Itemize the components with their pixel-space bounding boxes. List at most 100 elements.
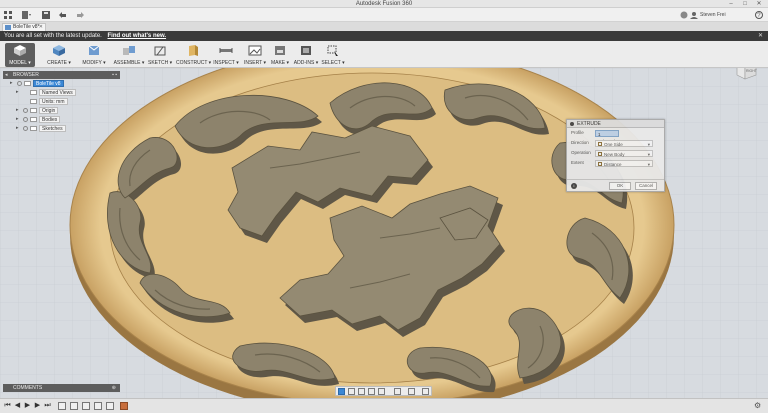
expand-arrow-icon[interactable]: ▸ (16, 115, 19, 124)
workspace-label: MODEL ▾ (9, 60, 31, 66)
user-name-menu[interactable]: Steven Frei (700, 12, 726, 18)
timeline-feature-sketch[interactable] (70, 402, 78, 410)
workspace-switcher[interactable]: MODEL ▾ (5, 43, 35, 67)
view-cube[interactable]: RIGHT (734, 68, 758, 83)
expand-arrow-icon[interactable]: ▸ (10, 79, 13, 88)
close-tab-icon[interactable]: ✕ (39, 24, 43, 31)
ok-button[interactable]: OK (609, 182, 631, 190)
browser-pin-icon[interactable]: ▪ ▪ (112, 71, 117, 79)
help-question-icon[interactable]: ? (755, 11, 763, 19)
timeline-feature-sketch[interactable] (82, 402, 90, 410)
tree-item-bodies[interactable]: ▸ Bodies (3, 115, 120, 124)
go-to-start-icon[interactable]: ⏮ (4, 402, 11, 410)
extent-select[interactable]: Distance ▾ (595, 160, 653, 167)
minimize-button[interactable]: – (724, 0, 738, 8)
orbit-icon[interactable] (338, 388, 345, 395)
user-avatar-icon[interactable] (690, 11, 698, 19)
tree-item-origin[interactable]: ▸ Origin (3, 106, 120, 115)
tree-item-root[interactable]: ▸ BoleTile v8 (3, 79, 120, 88)
sketch-menu[interactable]: SKETCH ▾ (148, 43, 172, 67)
fit-icon[interactable] (378, 388, 385, 395)
tree-item-units[interactable]: Units: mm (3, 97, 120, 106)
close-window-button[interactable]: ✕ (752, 0, 766, 8)
timeline-marker[interactable] (120, 402, 128, 410)
tree-item-label: BoleTile v8 (33, 80, 64, 87)
direction-select[interactable]: One Side ▾ (595, 140, 653, 147)
step-back-icon[interactable]: ◀ (14, 402, 21, 410)
browser-title: BROWSER (13, 72, 39, 78)
grid-settings-icon[interactable] (408, 388, 415, 395)
expand-arrow-icon[interactable]: ▸ (16, 88, 19, 97)
make-menu-label: MAKE ▾ (270, 60, 290, 66)
units-icon (30, 99, 37, 104)
collapse-browser-icon[interactable]: ◂ (5, 71, 8, 79)
modify-menu[interactable]: MODIFY ▾ (80, 43, 108, 67)
make-menu[interactable]: MAKE ▾ (268, 43, 292, 67)
create-menu[interactable]: CREATE ▾ (45, 43, 73, 67)
operation-value: New Body (604, 152, 625, 157)
tree-item-sketches[interactable]: ▸ Sketches (3, 124, 120, 133)
extent-row: Extent Distance ▾ (567, 158, 664, 168)
visibility-bulb-icon[interactable] (17, 81, 22, 86)
maximize-button[interactable]: □ (738, 0, 752, 8)
tree-item-label: Bodies (39, 116, 61, 123)
info-icon[interactable]: i (571, 183, 577, 189)
undo-icon[interactable] (58, 11, 68, 19)
gear-icon[interactable]: ⚙ (754, 402, 761, 410)
select-menu[interactable]: SELECT ▾ (320, 43, 346, 67)
direction-row: Direction One Side ▾ (567, 138, 664, 148)
help-icon[interactable] (680, 11, 688, 19)
tree-item-label: Origin (39, 107, 59, 114)
file-menu-icon[interactable] (22, 11, 32, 19)
save-icon[interactable] (42, 11, 50, 19)
viewports-icon[interactable] (422, 388, 429, 395)
make-icon (275, 46, 285, 55)
visibility-bulb-icon[interactable] (23, 117, 28, 122)
visibility-bulb-icon[interactable] (23, 108, 28, 113)
inspect-menu[interactable]: INSPECT ▾ (212, 43, 240, 67)
extrude-dialog-footer: i OK Cancel (567, 179, 664, 191)
tree-item-named-views[interactable]: ▸ Named Views (3, 88, 120, 97)
play-icon[interactable]: ▶ (24, 402, 31, 410)
whats-new-link[interactable]: Find out what's new. (108, 33, 167, 39)
create-menu-label: CREATE ▾ (47, 60, 71, 66)
app-grid-icon[interactable] (4, 11, 13, 19)
assemble-menu[interactable]: ASSEMBLE ▾ (113, 43, 145, 67)
update-notification-bar: You are all set with the latest update. … (0, 31, 768, 41)
timeline-feature-sketch[interactable] (58, 402, 66, 410)
timeline-feature-extrude[interactable] (106, 402, 114, 410)
insert-menu[interactable]: INSERT ▾ (242, 43, 268, 67)
browser-header[interactable]: ◂ BROWSER ▪ ▪ (3, 71, 120, 79)
zoom-icon[interactable] (368, 388, 375, 395)
document-tab-label: BoleTile v8* (13, 24, 40, 30)
tree-item-label: Named Views (39, 89, 76, 96)
add-comment-icon[interactable]: ⊕ (112, 384, 116, 392)
add-ins-menu[interactable]: ADD-INS ▾ (292, 43, 320, 67)
pan-icon[interactable] (358, 388, 365, 395)
tree-item-label: Sketches (39, 125, 66, 132)
go-to-end-icon[interactable]: ⏭ (44, 402, 51, 410)
add-ins-menu-label: ADD-INS ▾ (293, 60, 319, 66)
notification-text: You are all set with the latest update. (4, 33, 102, 39)
look-at-icon[interactable] (348, 388, 355, 395)
construct-menu[interactable]: CONSTRUCT ▾ (176, 43, 211, 67)
timeline-feature-extrude[interactable] (94, 402, 102, 410)
extent-label: Extent (571, 160, 584, 165)
notification-close-button[interactable]: ✕ (758, 31, 763, 41)
document-tab[interactable]: BoleTile v8* ✕ (2, 23, 46, 31)
operation-label: Operation (571, 150, 591, 155)
display-settings-icon[interactable] (394, 388, 401, 395)
comments-title: COMMENTS (13, 385, 43, 391)
visibility-bulb-icon[interactable] (23, 126, 28, 131)
extrude-dialog-header[interactable]: EXTRUDE (567, 120, 664, 128)
step-forward-icon[interactable]: ▶ (34, 402, 41, 410)
modify-menu-label: MODIFY ▾ (82, 60, 106, 66)
expand-arrow-icon[interactable]: ▸ (16, 124, 19, 133)
operation-select[interactable]: New Body ▾ (595, 150, 653, 157)
redo-icon[interactable] (75, 11, 85, 19)
comments-panel[interactable]: COMMENTS ⊕ (3, 384, 120, 392)
main-toolbar: MODEL ▾ CREATE ▾ MODIFY ▾ ASSEMBLE ▾ SKE… (0, 41, 768, 68)
profile-selection[interactable]: 1 selected (595, 130, 619, 144)
expand-arrow-icon[interactable]: ▸ (16, 106, 19, 115)
cancel-button[interactable]: Cancel (635, 182, 657, 190)
